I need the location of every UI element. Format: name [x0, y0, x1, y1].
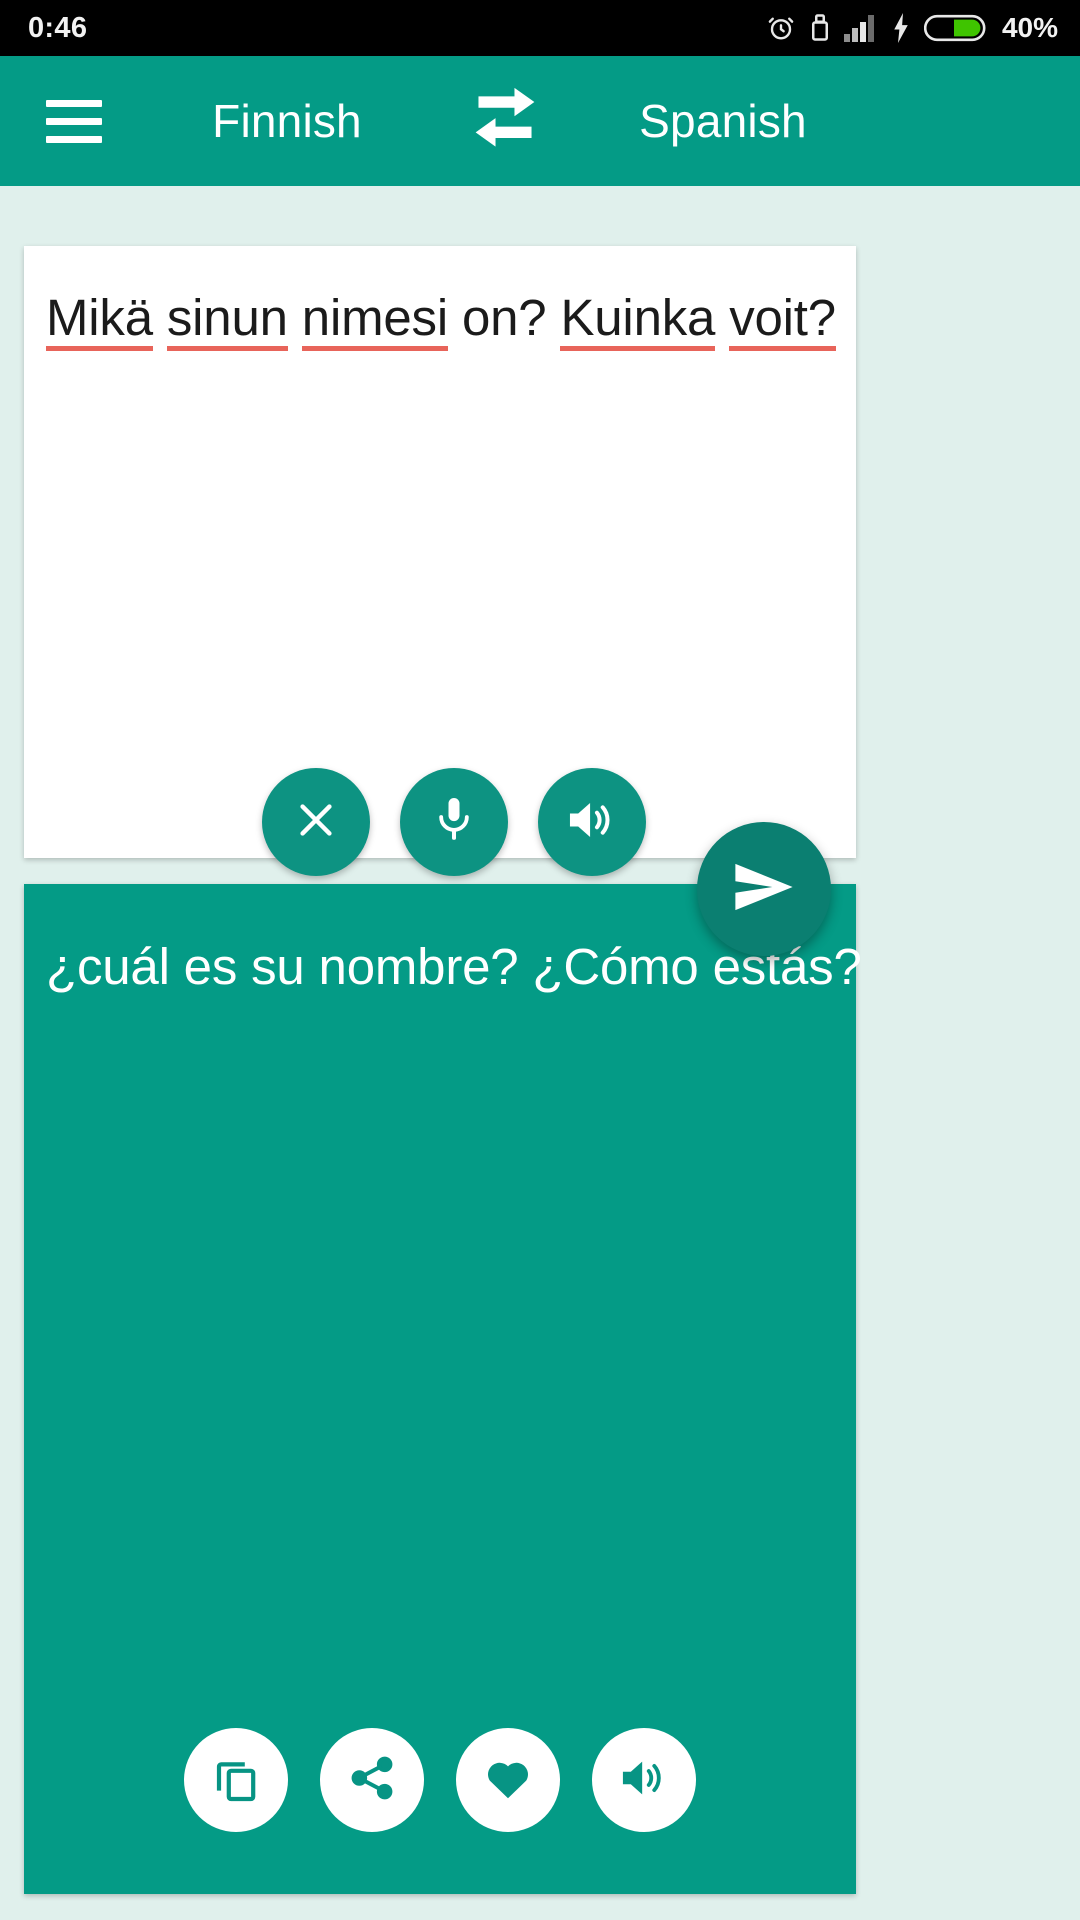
- source-word: nimesi: [301, 289, 448, 351]
- microphone-icon: [432, 795, 476, 850]
- share-icon: [349, 1755, 395, 1806]
- battery-percentage: 40%: [1001, 12, 1058, 43]
- menu-icon[interactable]: [46, 99, 142, 143]
- share-button[interactable]: [320, 1728, 424, 1832]
- status-clock: 0:46: [28, 11, 88, 44]
- source-language-selector[interactable]: Finnish: [142, 94, 432, 148]
- menu-bar-2: [46, 117, 102, 125]
- send-icon: [733, 858, 795, 921]
- speak-source-button[interactable]: [538, 768, 646, 876]
- speaker-icon: [620, 1756, 668, 1805]
- translation-action-bar: [24, 1728, 856, 1832]
- copy-icon: [212, 1754, 260, 1807]
- translation-output-panel[interactable]: ¿cuál es su nombre? ¿Cómo estás?: [24, 884, 862, 1894]
- source-word: sinun: [166, 289, 288, 351]
- translation-text: ¿cuál es su nombre? ¿Cómo estás?: [46, 938, 862, 995]
- source-word: voit?: [729, 289, 836, 351]
- translate-send-button[interactable]: [697, 822, 831, 956]
- clear-button[interactable]: [262, 768, 370, 876]
- favorite-button[interactable]: [456, 1728, 560, 1832]
- source-word: Mikä: [46, 289, 153, 351]
- source-text-input[interactable]: Mikä sinun nimesi on? Kuinka voit?: [46, 288, 836, 351]
- battery-icon: [923, 13, 986, 43]
- menu-bar-3: [46, 135, 102, 143]
- signal-bars-icon: [843, 14, 878, 42]
- target-language-selector[interactable]: Spanish: [578, 94, 868, 148]
- app-bar: Finnish Spanish: [0, 56, 1080, 186]
- heart-icon: [484, 1755, 532, 1806]
- menu-bar-1: [46, 99, 102, 107]
- copy-button[interactable]: [184, 1728, 288, 1832]
- speaker-icon: [567, 797, 617, 848]
- source-text-panel[interactable]: Mikä sinun nimesi on? Kuinka voit?: [24, 246, 856, 876]
- charging-bolt-icon: [891, 13, 911, 43]
- usb-icon: [809, 13, 831, 43]
- source-word: Kuinka: [560, 289, 715, 351]
- alarm-clock-icon: [766, 13, 796, 43]
- close-icon: [293, 797, 339, 848]
- microphone-button[interactable]: [400, 768, 508, 876]
- status-bar: 0:46 40%: [0, 0, 1080, 56]
- swap-languages-icon[interactable]: [450, 85, 560, 157]
- source-word: on?: [461, 289, 547, 346]
- status-icons: 40%: [766, 12, 1058, 44]
- speak-translation-button[interactable]: [592, 1728, 696, 1832]
